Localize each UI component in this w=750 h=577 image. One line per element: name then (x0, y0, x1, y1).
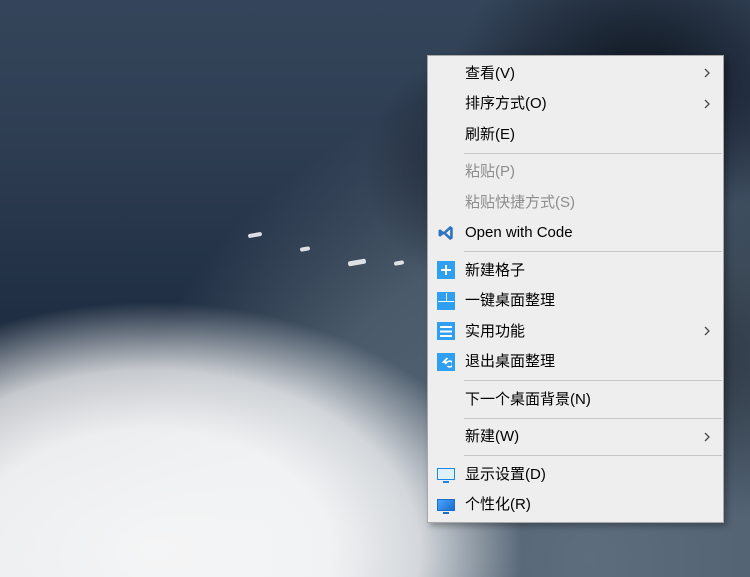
menu-item-view[interactable]: 查看(V) (428, 58, 723, 89)
plus-icon (435, 259, 457, 281)
menu-label: 粘贴(P) (465, 164, 697, 179)
menu-item-exit-organize[interactable]: 退出桌面整理 (428, 347, 723, 378)
empty-icon (435, 191, 457, 213)
menu-item-display-settings[interactable]: 显示设置(D) (428, 459, 723, 490)
desktop-background[interactable]: 查看(V) 排序方式(O) 刷新(E) 粘贴(P) 粘贴快捷方式(S) (0, 0, 750, 577)
chevron-right-icon (697, 326, 717, 336)
menu-item-sort[interactable]: 排序方式(O) (428, 89, 723, 120)
grid-icon (435, 290, 457, 312)
menu-item-new-grid[interactable]: 新建格子 (428, 255, 723, 286)
menu-item-personalize[interactable]: 个性化(R) (428, 490, 723, 521)
menu-item-organize-desktop[interactable]: 一键桌面整理 (428, 286, 723, 317)
menu-separator (464, 251, 722, 252)
personalize-icon (435, 494, 457, 516)
menu-label: 一键桌面整理 (465, 293, 697, 308)
empty-icon (435, 123, 457, 145)
vscode-icon (435, 222, 457, 244)
menu-item-paste-shortcut: 粘贴快捷方式(S) (428, 187, 723, 218)
menu-item-paste: 粘贴(P) (428, 157, 723, 188)
menu-separator (464, 380, 722, 381)
menu-item-refresh[interactable]: 刷新(E) (428, 119, 723, 150)
chevron-right-icon (697, 432, 717, 442)
menu-label: 刷新(E) (465, 127, 697, 142)
desktop-context-menu: 查看(V) 排序方式(O) 刷新(E) 粘贴(P) 粘贴快捷方式(S) (427, 55, 724, 523)
menu-label: 查看(V) (465, 66, 697, 81)
menu-label: 退出桌面整理 (465, 354, 697, 369)
empty-icon (435, 93, 457, 115)
menu-separator (464, 153, 722, 154)
menu-label: 新建格子 (465, 263, 697, 278)
menu-label: 粘贴快捷方式(S) (465, 195, 697, 210)
menu-label: 显示设置(D) (465, 467, 697, 482)
menu-item-utilities[interactable]: 实用功能 (428, 316, 723, 347)
menu-label: 实用功能 (465, 324, 697, 339)
menu-item-next-wallpaper[interactable]: 下一个桌面背景(N) (428, 384, 723, 415)
menu-label: 排序方式(O) (465, 96, 697, 111)
chevron-right-icon (697, 99, 717, 109)
menu-item-open-with-code[interactable]: Open with Code (428, 218, 723, 249)
menu-separator (464, 418, 722, 419)
empty-icon (435, 426, 457, 448)
chevron-right-icon (697, 68, 717, 78)
list-icon (435, 320, 457, 342)
undo-icon (435, 351, 457, 373)
menu-label: Open with Code (465, 225, 697, 240)
menu-label: 个性化(R) (465, 497, 697, 512)
menu-label: 下一个桌面背景(N) (465, 392, 697, 407)
empty-icon (435, 62, 457, 84)
menu-label: 新建(W) (465, 429, 697, 444)
monitor-icon (435, 463, 457, 485)
menu-item-new[interactable]: 新建(W) (428, 422, 723, 453)
empty-icon (435, 388, 457, 410)
empty-icon (435, 161, 457, 183)
menu-separator (464, 455, 722, 456)
